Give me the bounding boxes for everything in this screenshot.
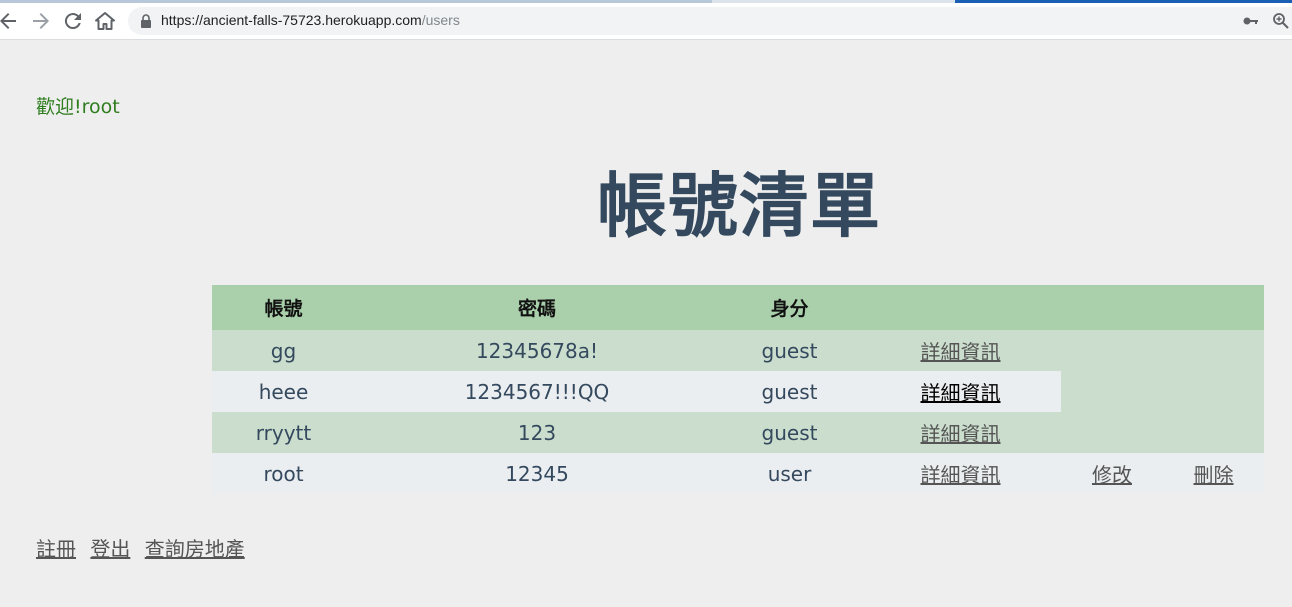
cell-empty — [1061, 412, 1163, 453]
cell-password: 12345 — [355, 453, 719, 494]
cell-detail: 詳細資訊 — [860, 371, 1061, 412]
forward-icon[interactable] — [29, 9, 53, 33]
header-blank — [1163, 285, 1264, 330]
cell-detail: 詳細資訊 — [860, 453, 1061, 494]
reload-icon[interactable] — [61, 9, 85, 33]
edit-link[interactable]: 修改 — [1092, 463, 1132, 487]
cell-empty — [1163, 371, 1264, 412]
cell-account: root — [212, 453, 355, 494]
page-title: 帳號清單 — [597, 165, 881, 247]
header-password: 密碼 — [355, 285, 719, 330]
users-table: 帳號 密碼 身分 gg 12345678a! guest 詳細資訊 heee 1… — [212, 285, 1264, 494]
home-icon[interactable] — [93, 9, 117, 33]
url-host: https://ancient-falls-75723.herokuapp.co… — [161, 12, 422, 28]
footer-links: 註冊 登出 查詢房地產 — [36, 533, 253, 562]
cell-role: guest — [719, 371, 860, 412]
cell-account: rryytt — [212, 412, 355, 453]
zoom-icon[interactable] — [1272, 12, 1290, 30]
cell-role: guest — [719, 330, 860, 371]
header-blank — [1061, 285, 1163, 330]
url-path: /users — [421, 12, 460, 28]
detail-link[interactable]: 詳細資訊 — [921, 340, 1001, 364]
logout-link[interactable]: 登出 — [90, 537, 130, 561]
table-row: gg 12345678a! guest 詳細資訊 — [212, 330, 1264, 371]
table-header-row: 帳號 密碼 身分 — [212, 285, 1264, 330]
cell-password: 12345678a! — [355, 330, 719, 371]
cell-password: 123 — [355, 412, 719, 453]
cell-empty — [1061, 371, 1163, 412]
cell-edit: 修改 — [1061, 453, 1163, 494]
search-property-link[interactable]: 查詢房地產 — [145, 537, 245, 561]
cell-detail: 詳細資訊 — [860, 412, 1061, 453]
browser-toolbar: https://ancient-falls-75723.herokuapp.co… — [0, 3, 1292, 40]
table-row: rryytt 123 guest 詳細資訊 — [212, 412, 1264, 453]
cell-detail: 詳細資訊 — [860, 330, 1061, 371]
cell-account: heee — [212, 371, 355, 412]
cell-empty — [1061, 330, 1163, 371]
table-row: heee 1234567!!!QQ guest 詳細資訊 — [212, 371, 1264, 412]
register-link[interactable]: 註冊 — [36, 537, 76, 561]
cell-role: user — [719, 453, 860, 494]
table-row: root 12345 user 詳細資訊 修改 刪除 — [212, 453, 1264, 494]
detail-link[interactable]: 詳細資訊 — [921, 463, 1001, 487]
cell-empty — [1163, 412, 1264, 453]
header-account: 帳號 — [212, 285, 355, 330]
back-icon[interactable] — [0, 9, 20, 33]
detail-link[interactable]: 詳細資訊 — [921, 381, 1001, 405]
url-text[interactable]: https://ancient-falls-75723.herokuapp.co… — [161, 12, 460, 28]
cell-password: 1234567!!!QQ — [355, 371, 719, 412]
detail-link[interactable]: 詳細資訊 — [921, 422, 1001, 446]
welcome-message: 歡迎!root — [36, 96, 120, 118]
cell-role: guest — [719, 412, 860, 453]
cell-account: gg — [212, 330, 355, 371]
key-icon[interactable] — [1242, 12, 1260, 30]
delete-link[interactable]: 刪除 — [1194, 463, 1234, 487]
cell-delete: 刪除 — [1163, 453, 1264, 494]
cell-empty — [1163, 330, 1264, 371]
header-role: 身分 — [719, 285, 860, 330]
header-blank — [860, 285, 1061, 330]
address-bar[interactable]: https://ancient-falls-75723.herokuapp.co… — [128, 7, 1292, 35]
lock-icon — [141, 14, 151, 28]
